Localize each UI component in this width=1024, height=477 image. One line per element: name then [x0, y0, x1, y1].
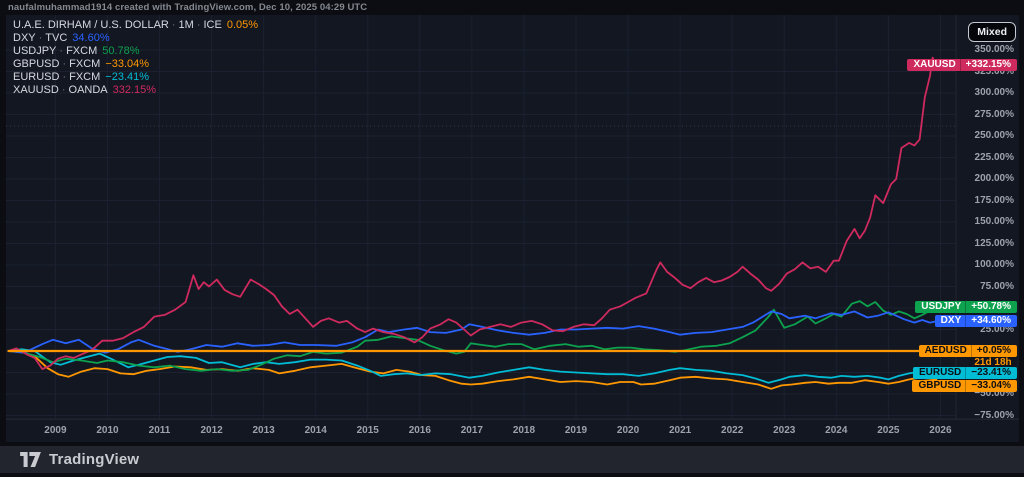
time-tick: 2013: [252, 425, 275, 436]
time-tick: 2023: [773, 425, 796, 436]
attribution-bar: naufalmuhammad1914 created with TradingV…: [8, 2, 368, 13]
series-label-value: +0.05%: [970, 344, 1017, 357]
legend-separator: ·: [62, 71, 67, 84]
time-axis[interactable]: 2009 2010 2011 2012 2013 2014 2015 2016 2017 2018…: [6, 419, 1019, 442]
legend-value: 0.05%: [226, 19, 259, 31]
series-price-label-dxy[interactable]: DXY +34.60%: [934, 315, 1017, 328]
series-price-label-gbpusd[interactable]: GBPUSD −33.04%: [912, 379, 1017, 392]
series-label-ticker: EURUSD: [919, 367, 962, 379]
series-label-value: −33.04%: [965, 379, 1017, 392]
price-tick: 250.00%: [974, 130, 1014, 141]
price-tick: 300.00%: [974, 87, 1014, 98]
legend-value: −23.41%: [105, 71, 150, 84]
legend-separator: ·: [59, 45, 64, 58]
price-tick: 225.00%: [974, 151, 1014, 163]
price-tick: 125.00%: [974, 237, 1014, 249]
tradingview-logo-icon: [20, 452, 41, 467]
legend-row-2[interactable]: USDJPY · FXCM 50.78%: [13, 45, 258, 58]
time-tick: 2026: [929, 425, 952, 436]
legend-separator: ·: [62, 58, 67, 71]
legend-separator: ·: [171, 19, 176, 31]
time-tick: 2021: [668, 425, 692, 436]
time-tick: 2012: [200, 425, 223, 436]
legend-row-0[interactable]: U.A.E. DIRHAM / U.S. DOLLAR · 1M · ICE 0.05%: [13, 19, 258, 32]
logo-text: TradingView: [49, 451, 140, 468]
time-tick: 2014: [304, 425, 327, 436]
time-tick: 2017: [460, 425, 483, 436]
series-line-usdjpy[interactable]: [7, 300, 938, 372]
legend-symbol: EURUSD: [13, 71, 60, 84]
series-label-ticker: AEDUSD: [924, 344, 967, 356]
legend-symbol: XAUUSD: [13, 84, 59, 97]
price-tick: 275.00%: [974, 108, 1014, 120]
series-label-value: +50.78%: [965, 301, 1017, 314]
legend-symbol: DXY: [13, 32, 36, 45]
price-tick: 200.00%: [974, 173, 1014, 184]
legend-symbol: GBPUSD: [13, 58, 60, 71]
legend-value: 34.60%: [72, 32, 110, 45]
series-label-value: −23.41%: [965, 367, 1017, 380]
time-tick: 2018: [512, 425, 536, 436]
legend-symbol: USDJPY: [13, 45, 57, 58]
legend-symbol: FXCM: [69, 71, 101, 84]
legend-symbol: TVC: [45, 32, 68, 45]
price-tick: 175.00%: [974, 194, 1014, 206]
series-label-ticker: GBPUSD: [918, 379, 962, 391]
legend: U.A.E. DIRHAM / U.S. DOLLAR · 1M · ICE 0.05% D…: [13, 19, 258, 98]
legend-symbol: OANDA: [68, 84, 108, 97]
series-price-label-xauusd[interactable]: XAUUSD +332.15%: [907, 59, 1017, 72]
legend-value: −33.04%: [105, 58, 150, 71]
series-label-ticker: DXY: [940, 315, 962, 327]
price-tick: 75.00%: [980, 280, 1014, 292]
legend-row-1[interactable]: DXY · TVC 34.60%: [13, 32, 258, 45]
series-label-value: +34.60%: [965, 315, 1017, 328]
time-tick: 2016: [408, 425, 431, 436]
legend-separator: ·: [196, 19, 201, 31]
tradingview-screenshot: naufalmuhammad1914 created with TradingV…: [0, 0, 1024, 477]
series-price-label-eurusd[interactable]: EURUSD −23.41%: [913, 367, 1017, 380]
time-tick: 2025: [877, 425, 900, 436]
legend-row-5[interactable]: XAUUSD · OANDA 332.15%: [13, 84, 258, 97]
price-tick: 150.00%: [974, 216, 1014, 227]
series-label-ticker: XAUUSD: [913, 59, 956, 71]
legend-symbol: ICE: [203, 19, 222, 31]
bottom-bar: TradingView: [0, 446, 1024, 473]
chart-panel: U.A.E. DIRHAM / U.S. DOLLAR · 1M · ICE 0.05% D…: [6, 15, 1019, 442]
legend-row-4[interactable]: EURUSD · FXCM −23.41%: [13, 71, 258, 84]
time-tick: 2011: [148, 425, 171, 436]
legend-symbol: FXCM: [66, 45, 98, 58]
series-price-label-aedusd[interactable]: AEDUSD +0.05%: [918, 344, 1017, 357]
legend-row-3[interactable]: GBPUSD · FXCM −33.04%: [13, 58, 258, 71]
price-tick: 350.00%: [974, 44, 1014, 55]
legend-symbol: 1M: [178, 19, 194, 31]
time-tick: 2020: [616, 425, 640, 436]
mixed-scale-button[interactable]: Mixed: [968, 22, 1016, 42]
series-label-value: +332.15%: [959, 59, 1017, 72]
time-tick: 2010: [96, 425, 119, 436]
price-tick: 100.00%: [974, 259, 1014, 270]
legend-separator: ·: [38, 32, 43, 45]
time-tick: 2022: [721, 425, 744, 436]
legend-symbol: FXCM: [69, 58, 101, 71]
time-tick: 2009: [44, 425, 67, 436]
time-tick: 2015: [356, 425, 379, 436]
series-price-label-usdjpy[interactable]: USDJPY +50.78%: [915, 301, 1017, 314]
series-label-ticker: USDJPY: [921, 301, 962, 313]
tradingview-logo[interactable]: TradingView: [20, 451, 139, 468]
price-tick: −75.00%: [974, 409, 1014, 421]
legend-symbol: U.A.E. DIRHAM / U.S. DOLLAR: [13, 19, 169, 31]
legend-separator: ·: [61, 84, 66, 97]
series-line-gbpusd[interactable]: [7, 350, 938, 390]
time-tick: 2019: [564, 425, 588, 436]
time-tick: 2024: [825, 425, 848, 436]
series-line-dxy[interactable]: [7, 310, 938, 354]
legend-value: 50.78%: [102, 45, 140, 58]
legend-value: 332.15%: [112, 84, 157, 97]
